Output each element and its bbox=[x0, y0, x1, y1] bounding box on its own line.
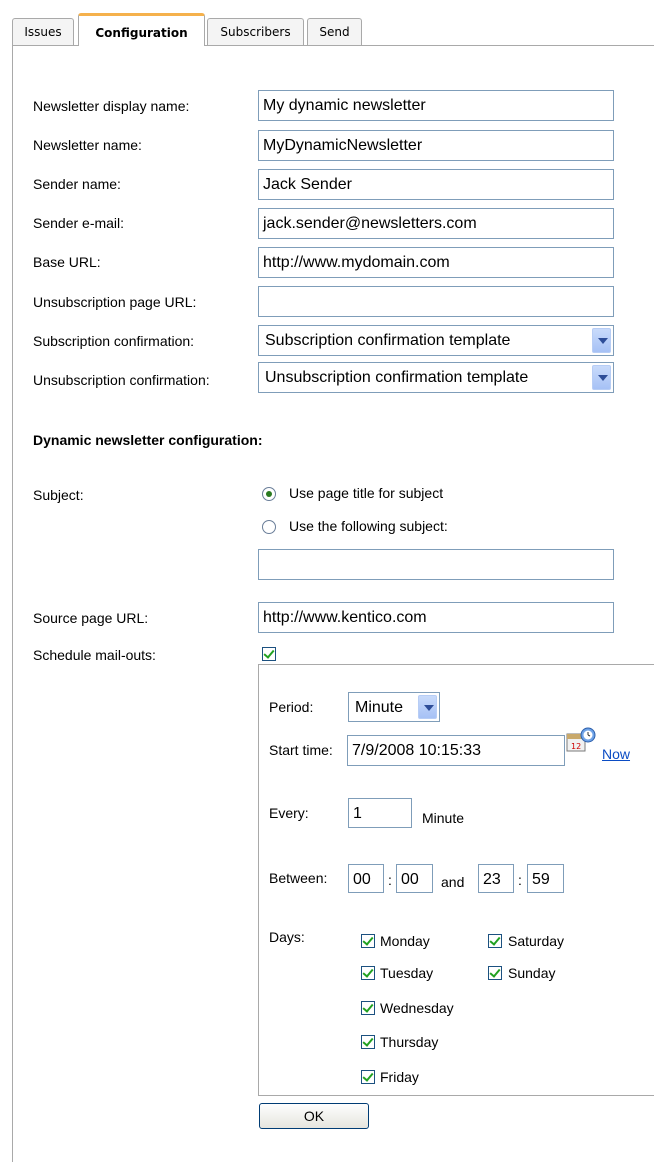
chevron-down-icon[interactable] bbox=[418, 695, 437, 719]
wednesday-label: Wednesday bbox=[380, 1000, 454, 1016]
unsub-confirmation-value: Unsubscription confirmation template bbox=[265, 369, 529, 386]
chevron-down-icon[interactable] bbox=[592, 365, 611, 390]
tab-issues[interactable]: Issues bbox=[12, 18, 74, 45]
sub-confirmation-label: Subscription confirmation: bbox=[33, 333, 195, 349]
dynamic-config-heading: Dynamic newsletter configuration: bbox=[33, 432, 263, 448]
to-hour-input[interactable]: 23 bbox=[478, 864, 514, 893]
from-min-input[interactable]: 00 bbox=[396, 864, 433, 893]
sunday-label: Sunday bbox=[508, 965, 556, 981]
tuesday-label: Tuesday bbox=[380, 965, 434, 981]
source-url-input[interactable]: http://www.kentico.com bbox=[258, 602, 614, 633]
every-unit-label: Minute bbox=[422, 810, 465, 826]
subject-page-title-label: Use page title for subject bbox=[289, 485, 444, 501]
sunday-checkbox[interactable] bbox=[488, 966, 502, 980]
sender-email-input[interactable]: jack.sender@newsletters.com bbox=[258, 208, 614, 239]
display-name-label: Newsletter display name: bbox=[33, 98, 190, 114]
from-hour-input[interactable]: 00 bbox=[348, 864, 384, 893]
sender-name-label: Sender name: bbox=[33, 176, 121, 192]
to-min-input[interactable]: 59 bbox=[527, 864, 564, 893]
thursday-label: Thursday bbox=[380, 1034, 439, 1050]
panel-border bbox=[12, 45, 13, 1162]
newsletter-name-label: Newsletter name: bbox=[33, 137, 142, 153]
start-time-input[interactable]: 7/9/2008 10:15:33 bbox=[347, 735, 565, 766]
every-label: Every: bbox=[269, 805, 309, 821]
chevron-down-icon[interactable] bbox=[592, 328, 611, 353]
from-colon: : bbox=[388, 872, 392, 888]
and-label: and bbox=[441, 874, 465, 890]
sender-email-label: Sender e-mail: bbox=[33, 215, 125, 231]
unsub-confirmation-select[interactable]: Unsubscription confirmation template bbox=[258, 362, 614, 393]
unsub-confirmation-label: Unsubscription confirmation: bbox=[33, 372, 210, 388]
schedule-label: Schedule mail-outs: bbox=[33, 647, 156, 663]
period-select[interactable]: Minute bbox=[348, 692, 440, 722]
newsletter-name-input[interactable]: MyDynamicNewsletter bbox=[258, 130, 614, 161]
subject-custom-radio[interactable] bbox=[262, 520, 276, 534]
start-time-label: Start time: bbox=[269, 742, 333, 758]
unsub-page-url-label: Unsubscription page URL: bbox=[33, 294, 197, 310]
sub-confirmation-select[interactable]: Subscription confirmation template bbox=[258, 325, 614, 356]
between-label: Between: bbox=[269, 870, 328, 886]
monday-checkbox[interactable] bbox=[361, 934, 375, 948]
tab-bar: Issues Configuration Subscribers Send bbox=[0, 0, 654, 46]
sub-confirmation-value: Subscription confirmation template bbox=[265, 332, 511, 349]
period-label: Period: bbox=[269, 699, 314, 715]
svg-text:12: 12 bbox=[571, 742, 581, 751]
unsub-page-url-input[interactable] bbox=[258, 286, 614, 317]
subject-label: Subject: bbox=[33, 487, 84, 503]
monday-label: Monday bbox=[380, 933, 430, 949]
schedule-checkbox[interactable] bbox=[262, 647, 276, 661]
friday-label: Friday bbox=[380, 1069, 419, 1085]
tab-configuration[interactable]: Configuration bbox=[78, 13, 205, 46]
subject-page-title-radio[interactable] bbox=[262, 487, 276, 501]
saturday-label: Saturday bbox=[508, 933, 565, 949]
tab-subscribers[interactable]: Subscribers bbox=[207, 18, 304, 45]
tab-send[interactable]: Send bbox=[307, 18, 362, 45]
saturday-checkbox[interactable] bbox=[488, 934, 502, 948]
tuesday-checkbox[interactable] bbox=[361, 966, 375, 980]
ok-button[interactable]: OK bbox=[259, 1103, 369, 1129]
base-url-input[interactable]: http://www.mydomain.com bbox=[258, 247, 614, 278]
thursday-checkbox[interactable] bbox=[361, 1035, 375, 1049]
subject-input[interactable] bbox=[258, 549, 614, 580]
wednesday-checkbox[interactable] bbox=[361, 1001, 375, 1015]
every-input[interactable]: 1 bbox=[348, 798, 412, 828]
calendar-icon[interactable]: 12 bbox=[566, 727, 596, 755]
now-link[interactable]: Now bbox=[602, 746, 630, 762]
source-url-label: Source page URL: bbox=[33, 610, 149, 626]
base-url-label: Base URL: bbox=[33, 254, 101, 270]
days-label: Days: bbox=[269, 929, 305, 945]
friday-checkbox[interactable] bbox=[361, 1070, 375, 1084]
display-name-input[interactable]: My dynamic newsletter bbox=[258, 90, 614, 121]
subject-custom-label: Use the following subject: bbox=[289, 518, 448, 534]
to-colon: : bbox=[518, 872, 522, 888]
sender-name-input[interactable]: Jack Sender bbox=[258, 169, 614, 200]
period-value: Minute bbox=[355, 699, 404, 716]
